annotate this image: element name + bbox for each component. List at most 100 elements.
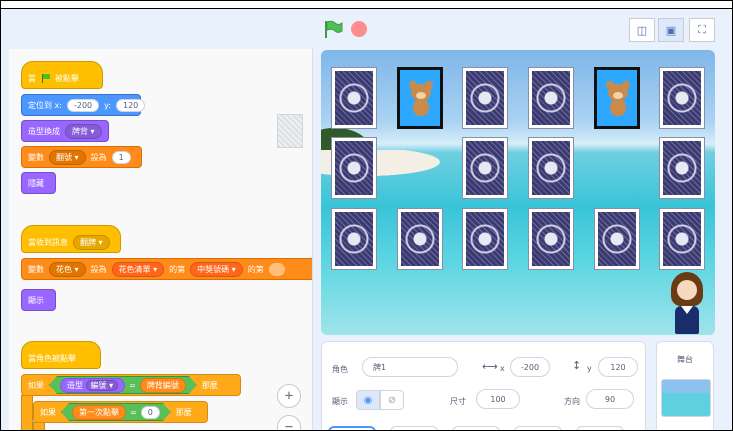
card-face-down[interactable]	[659, 137, 705, 199]
if-block[interactable]: 如果 造型 編號 ▾ = 牌背編號 那麼	[21, 374, 241, 396]
zoom-in-button[interactable]: +	[277, 384, 301, 408]
sprite-name-input[interactable]: 牌1	[362, 357, 458, 377]
show-hidden-button[interactable]: ⊘	[380, 390, 404, 410]
costume-dropdown[interactable]: 牌背 ▾	[65, 123, 102, 139]
then-label: 那麼	[201, 380, 218, 390]
hat-suffix: 被點擊	[55, 73, 79, 83]
x-arrows-icon: ⟷	[482, 360, 498, 373]
set-variable-block[interactable]: 變數 翻號 ▾ 設為 1	[21, 146, 142, 168]
green-flag-icon	[41, 73, 50, 83]
card-back-pattern	[466, 71, 504, 125]
sprite-tile[interactable]	[452, 426, 500, 430]
card-back-pattern	[335, 212, 373, 266]
equals-op: =	[129, 380, 136, 390]
stage-thumbnail[interactable]	[661, 379, 711, 417]
fullscreen-icon: ⛶	[698, 23, 706, 36]
message-dropdown[interactable]: 翻牌 ▾	[73, 234, 110, 250]
card-face-down[interactable]	[659, 67, 705, 129]
stage-selector-panel[interactable]: 舞台	[656, 341, 714, 430]
cond-left-dropdown[interactable]: 編號 ▾	[86, 380, 119, 391]
card-face-down[interactable]	[659, 208, 705, 270]
nested-equals-condition[interactable]: 第一次點擊 = 0	[61, 403, 171, 421]
if-c-arm	[21, 395, 33, 430]
of-label: 的第	[169, 264, 186, 274]
show-label: 顯示	[332, 397, 348, 406]
of-label-2: 的第	[247, 264, 264, 274]
zoom-out-button[interactable]: −	[277, 415, 301, 430]
goto-x-input[interactable]: -200	[66, 98, 100, 112]
hat-label: 當	[28, 73, 36, 83]
show-block[interactable]: 顯示	[21, 289, 56, 311]
sprite-tile[interactable]	[576, 426, 624, 430]
equals-condition[interactable]: 造型 編號 ▾ = 牌背編號	[49, 376, 197, 394]
truncated-input[interactable]	[268, 262, 286, 276]
when-flag-clicked-block[interactable]: 當 被點擊	[21, 61, 103, 89]
cond2-right-input[interactable]: 0	[141, 406, 160, 419]
card-face-down[interactable]	[528, 137, 574, 199]
nested-if-block[interactable]: 如果 第一次點擊 = 0 那麼	[33, 401, 208, 423]
switch-costume-block[interactable]: 造型換成 牌背 ▾	[21, 120, 109, 142]
card-face-up[interactable]	[397, 67, 443, 129]
set-variable-item-block[interactable]: 變數 花色 ▾ 設為 花色清單 ▾ 的第 中獎號碼 ▾ 的第	[21, 258, 312, 280]
stage[interactable]	[321, 50, 715, 335]
green-flag-icon[interactable]	[323, 20, 343, 38]
small-stage-button[interactable]: ◫	[629, 18, 655, 42]
stage-header: ◫ ▣ ⛶	[313, 10, 732, 48]
variable-dropdown[interactable]: 翻號 ▾	[49, 149, 86, 165]
show-visible-button[interactable]: ◉	[356, 390, 380, 410]
setvar-value-input[interactable]: 1	[111, 150, 131, 164]
card-face-down[interactable]	[594, 208, 640, 270]
direction-input[interactable]: 90	[586, 389, 634, 409]
card-face-down[interactable]	[331, 137, 377, 199]
card-face-down[interactable]	[331, 208, 377, 270]
goto-xy-block[interactable]: 定位到 x: -200 y: 120	[21, 94, 146, 116]
stop-sign-icon[interactable]	[351, 21, 367, 37]
then2-label: 那麼	[175, 407, 192, 417]
sprite-tile-selected[interactable]	[328, 426, 376, 430]
card-back-pattern	[335, 141, 373, 195]
girl-sprite[interactable]	[667, 272, 707, 334]
x-input[interactable]: -200	[510, 357, 550, 377]
variable2-dropdown[interactable]: 花色 ▾	[49, 261, 86, 277]
eye-slash-icon: ⊘	[387, 394, 397, 406]
goto-y-input[interactable]: 120	[116, 98, 146, 112]
card-face-down[interactable]	[528, 208, 574, 270]
list-dropdown[interactable]: 花色清單 ▾	[111, 261, 165, 277]
card-face-down[interactable]	[331, 67, 377, 129]
size-input[interactable]: 100	[476, 389, 520, 409]
card-face-down[interactable]	[397, 208, 443, 270]
card-back-pattern	[532, 212, 570, 266]
costume-label: 造型換成	[28, 126, 60, 136]
sprite-watermark	[277, 114, 303, 148]
nested-if-c-arm	[33, 422, 45, 430]
card-back-pattern	[663, 212, 701, 266]
small-stage-icon: ◫	[636, 23, 648, 37]
card-face-up[interactable]	[594, 67, 640, 129]
card-back-pattern	[598, 212, 636, 266]
hide-block[interactable]: 隱藏	[21, 172, 56, 194]
card-face-down[interactable]	[528, 67, 574, 129]
code-area[interactable]: 當 被點擊 定位到 x: -200 y: 120 造型換成 牌背 ▾ 變數 翻號…	[9, 49, 313, 430]
sprite-name-label: 角色	[332, 365, 348, 374]
first-click-reporter[interactable]: 第一次點擊	[72, 405, 126, 420]
costume-number-reporter[interactable]: 造型 編號 ▾	[60, 378, 125, 393]
card-face-down[interactable]	[462, 137, 508, 199]
y-input[interactable]: 120	[598, 357, 638, 377]
list-value: 花色清單	[118, 264, 151, 274]
normal-stage-button[interactable]: ▣	[658, 18, 684, 42]
card-face-down[interactable]	[462, 67, 508, 129]
top-bar	[1, 1, 732, 9]
size-label: 尺寸	[450, 397, 466, 406]
cond-left-label: 造型	[67, 380, 83, 390]
fullscreen-button[interactable]: ⛶	[689, 18, 715, 42]
index-dropdown[interactable]: 中獎號碼 ▾	[190, 261, 243, 277]
when-receive-block[interactable]: 當收到訊息 翻牌 ▾	[21, 225, 121, 253]
card-face-down[interactable]	[462, 208, 508, 270]
sprite-tile[interactable]	[390, 426, 438, 430]
goto-y-label: y:	[104, 100, 111, 110]
cond-right-reporter[interactable]: 牌背編號	[140, 378, 186, 393]
if2-label: 如果	[40, 407, 56, 417]
stage-label: 舞台	[677, 355, 693, 364]
when-sprite-clicked-block[interactable]: 當角色被點擊	[21, 341, 101, 369]
sprite-tile[interactable]	[514, 426, 562, 430]
